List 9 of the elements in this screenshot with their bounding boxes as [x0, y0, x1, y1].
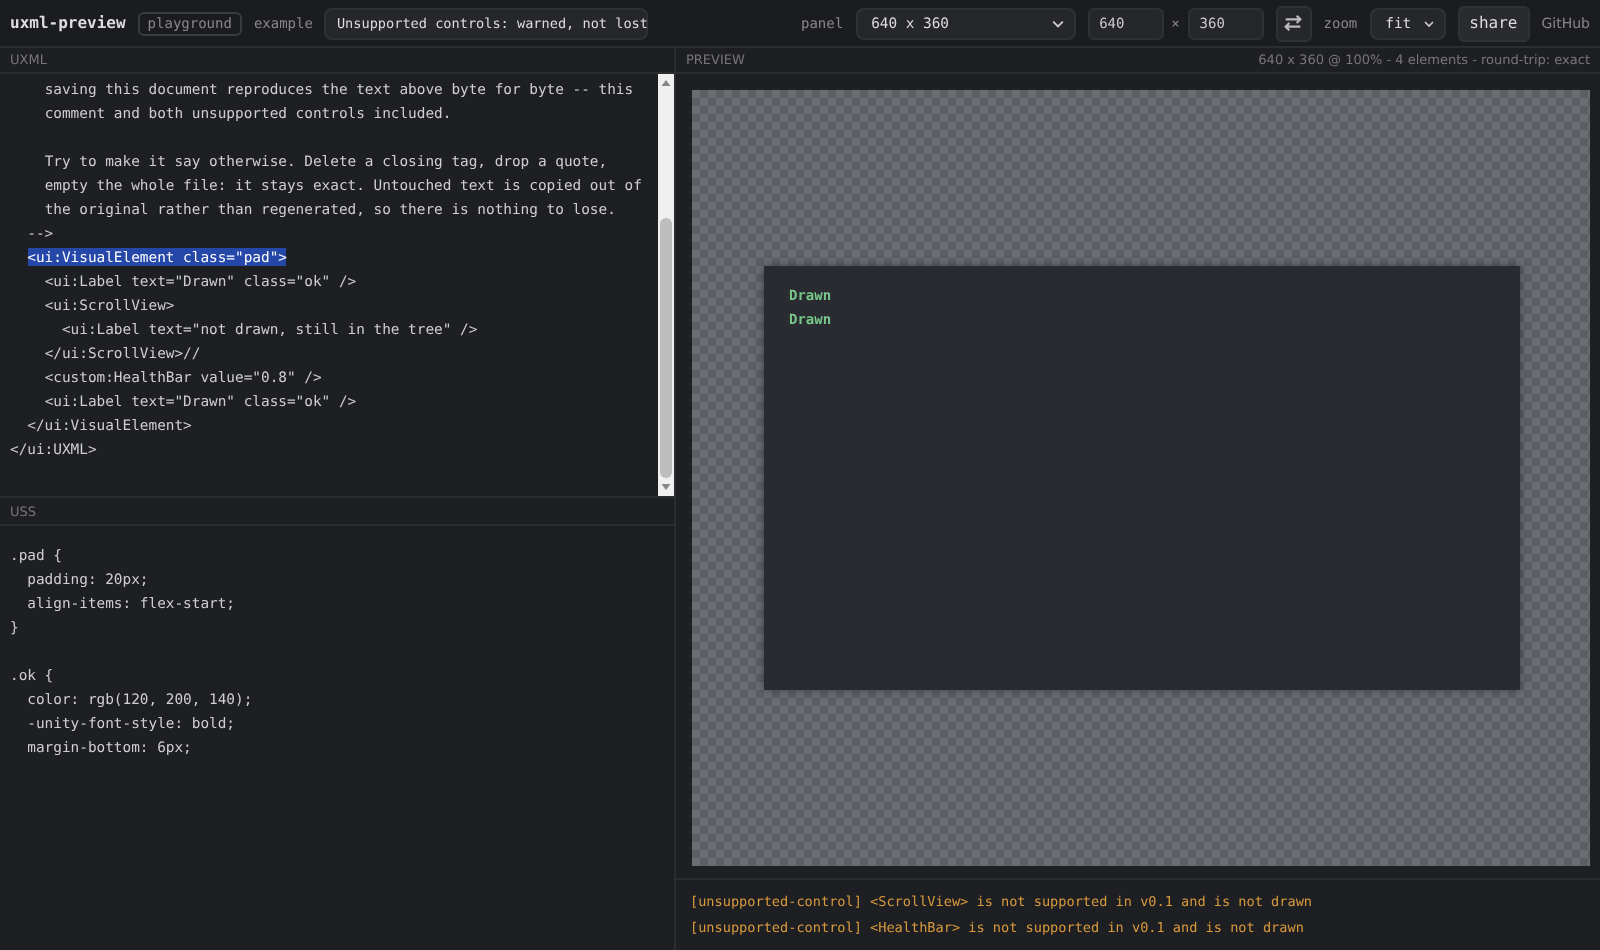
share-button[interactable]: share: [1457, 5, 1530, 41]
chevron-icon: [1423, 19, 1434, 27]
scrollbar[interactable]: [658, 74, 674, 496]
chevron-icon: [1051, 19, 1064, 27]
scroll-up-icon: [660, 78, 672, 88]
app-title: uxml-preview: [10, 14, 126, 32]
scroll-down-icon: [660, 482, 672, 492]
swap-arrows-icon: [1282, 12, 1305, 34]
swap-button[interactable]: [1275, 5, 1312, 41]
